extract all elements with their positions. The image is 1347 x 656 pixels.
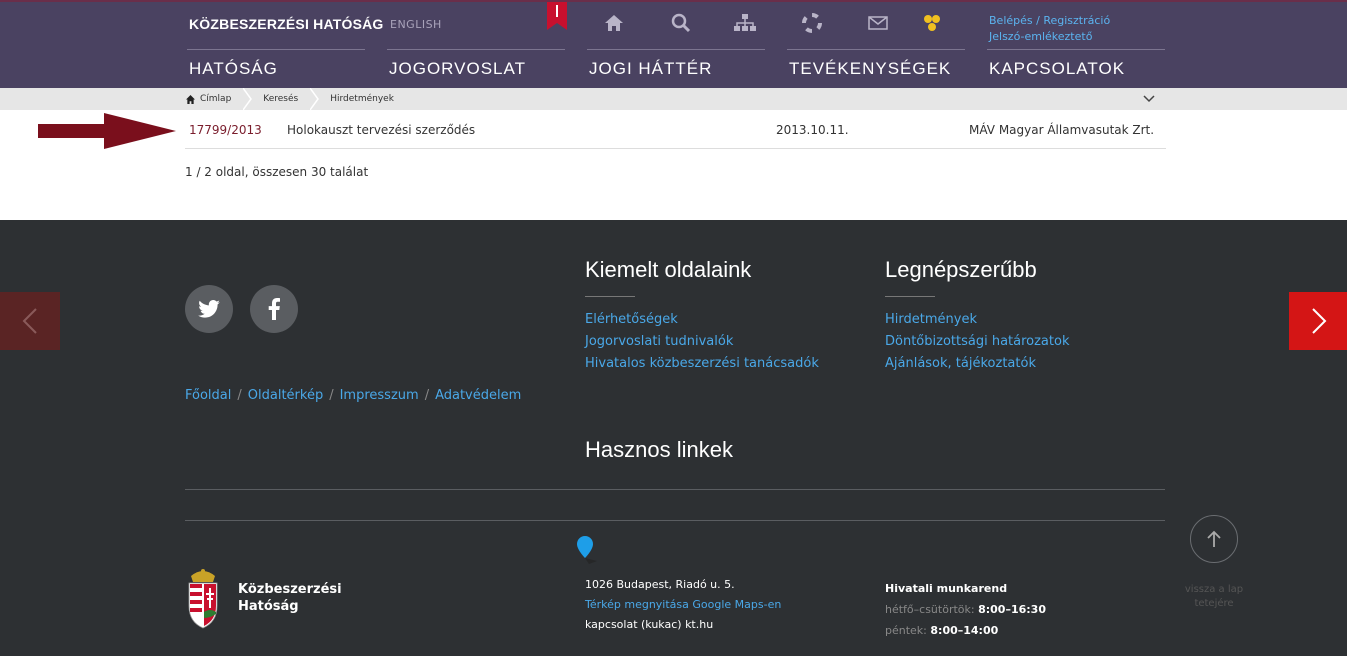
breadcrumb-separator-icon [310,88,320,110]
breadcrumb-item-kereses[interactable]: Keresés [263,88,310,110]
password-reminder-link[interactable]: Jelszó-emlékeztető [989,30,1092,43]
footer-link-oldalterkep[interactable]: Oldaltérkép [248,388,323,403]
login-link[interactable]: Belépés [989,14,1033,27]
nav-divider [987,49,1165,50]
nav-jogorvoslat[interactable]: JOGORVOSLAT [389,59,526,79]
breadcrumb-separator-icon [243,88,253,110]
back-to-top-button[interactable] [1190,515,1238,563]
footer-divider [185,520,1165,521]
footer-link-fooldal[interactable]: Főoldal [185,388,231,403]
footer-divider [185,489,1165,490]
notice-organization: MÁV Magyar Államvasutak Zrt. [969,123,1155,137]
nav-divider [187,49,365,50]
breadcrumb-item-cimlap[interactable]: Címlap [200,88,243,110]
map-pin-icon [577,536,597,564]
arrow-up-icon [1207,530,1221,547]
register-link[interactable]: Regisztráció [1043,14,1110,27]
help-icon[interactable] [801,12,823,34]
site-header: KÖZBESZERZÉSI HATÓSÁG ENGLISH Belépés / … [0,0,1347,88]
footer-link-separator: / [237,388,242,403]
nav-tevekenysegek[interactable]: TEVÉKENYSÉGEK [789,59,951,79]
next-button[interactable] [1289,292,1347,350]
twitter-button[interactable] [185,285,233,333]
breadcrumb-bar: Címlap Keresés Hirdetmények [0,88,1347,110]
contact-info: 1026 Budapest, Riadó u. 5. Térkép megnyi… [585,575,781,635]
footer-link-impresszum[interactable]: Impresszum [340,388,419,403]
featured-pages-list: Elérhetőségek Jogorvoslati tudnivalók Hi… [585,309,819,375]
home-icon[interactable] [603,12,625,34]
popular-heading: Legnépszerűbb [885,257,1037,282]
featured-pages-heading: Kiemelt oldalaink [585,257,752,282]
popular-link-ajanlasok[interactable]: Ajánlások, tájékoztatók [885,353,1069,375]
nav-kapcsolatok[interactable]: KAPCSOLATOK [989,59,1125,79]
sitemap-icon[interactable] [734,12,756,34]
popular-link-hirdetmenyek[interactable]: Hirdetmények [885,309,1069,331]
nav-hatosag[interactable]: HATÓSÁG [189,59,278,79]
heading-underline [885,296,935,297]
org-name: Közbeszerzési Hatóság [238,582,342,614]
twitter-icon [198,300,220,318]
footer-link-separator: / [424,388,430,403]
office-hours-title: Hivatali munkarend [885,582,1008,595]
prev-button[interactable] [0,292,60,350]
map-link[interactable]: Térkép megnyitása Google Maps-en [585,595,781,615]
chevron-left-icon [22,308,37,334]
notice-id-link[interactable]: 17799/2013 [189,123,262,137]
pagination-info: 1 / 2 oldal, összesen 30 találat [185,165,369,179]
back-to-top-label[interactable]: vissza a lap tetejére [1175,583,1253,611]
search-icon[interactable] [670,12,692,34]
auth-separator: / [1036,14,1040,27]
hungarian-crest-icon [188,569,218,629]
facebook-button[interactable] [250,285,298,333]
site-footer: Főoldal / Oldaltérkép / Impresszum / Adatvédel… [0,220,1347,656]
breadcrumb-item-hirdetmenyek[interactable]: Hirdetmények [330,88,406,110]
chevron-right-icon [1312,308,1327,334]
arrow-pointer-icon [38,113,176,149]
footer-link-separator: / [329,388,334,403]
facebook-icon [268,298,280,320]
nav-divider [787,49,965,50]
auth-links: Belépés / Regisztráció Jelszó-emlékeztet… [989,13,1110,45]
footer-link-adatvedelem[interactable]: Adatvédelem [435,388,521,403]
popular-link-dontobizottsagi[interactable]: Döntőbizottsági határozatok [885,331,1069,353]
office-hours: Hivatali munkarend hétfő–csütörtök: 8:00… [885,582,1046,637]
footer-links: Főoldal / Oldaltérkép / Impresszum / Adatvédel… [185,388,521,403]
notice-date: 2013.10.11. [776,123,849,137]
nav-jogi-hatter[interactable]: JOGI HÁTTÉR [589,59,712,79]
notice-title[interactable]: Holokauszt tervezési szerződés [287,123,475,137]
language-link[interactable]: ENGLISH [390,18,442,31]
email-text: kapcsolat (kukac) kt.hu [585,618,714,631]
mail-icon[interactable] [867,12,889,34]
address-text: 1026 Budapest, Riadó u. 5. [585,578,735,591]
nav-divider [387,49,565,50]
chevron-down-icon[interactable] [1143,94,1155,104]
heading-underline [585,296,635,297]
logo-icon[interactable] [921,12,943,34]
nav-divider [587,49,765,50]
featured-link-jogorvoslati[interactable]: Jogorvoslati tudnivalók [585,331,819,353]
popular-list: Hirdetmények Döntőbizottsági határozatok… [885,309,1069,375]
featured-link-elerhetosegek[interactable]: Elérhetőségek [585,309,819,331]
site-logo[interactable]: KÖZBESZERZÉSI HATÓSÁG [189,16,384,32]
featured-link-tanacsadok[interactable]: Hivatalos közbeszerzési tanácsadók [585,353,819,375]
breadcrumb: Címlap Keresés Hirdetmények [186,88,406,110]
table-row[interactable]: 17799/2013 Holokauszt tervezési szerződé… [185,112,1166,149]
useful-links-heading: Hasznos linkek [585,437,733,462]
home-icon[interactable] [186,94,195,104]
bookmark-icon[interactable] [545,2,569,30]
